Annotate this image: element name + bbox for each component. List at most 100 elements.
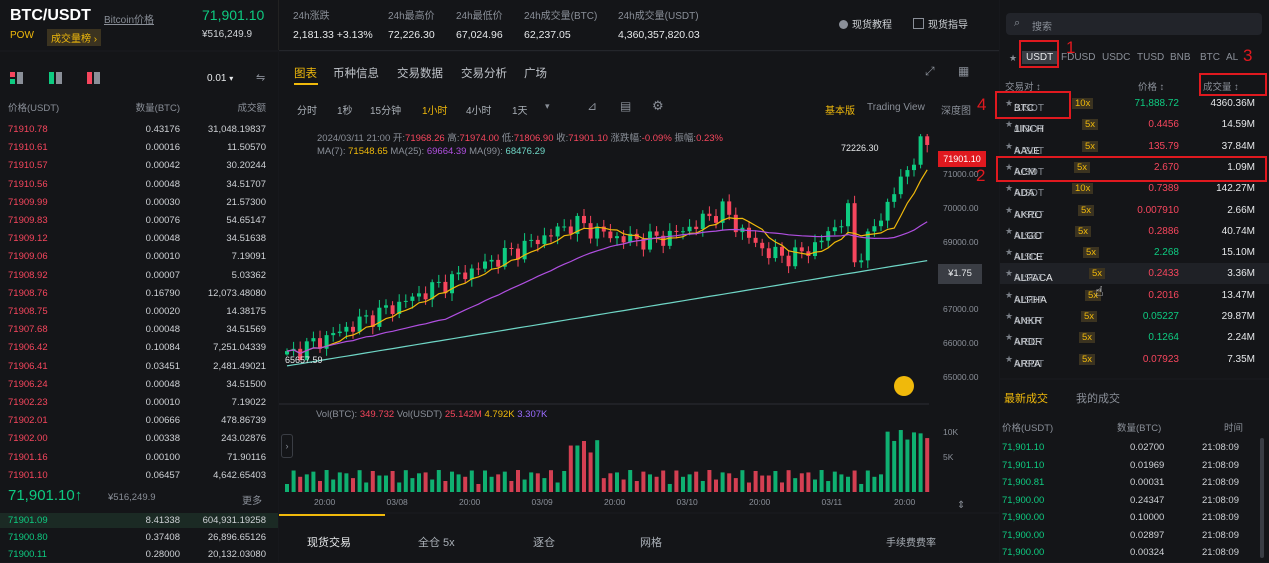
bid-row[interactable]: 71900.80 0.37408 26,896.65126	[0, 529, 278, 546]
favorites-star-icon[interactable]: ★	[1009, 53, 1017, 64]
star-icon[interactable]: ★	[1005, 205, 1013, 216]
quote-tab-alts[interactable]: AL	[1226, 52, 1238, 63]
volume-bar	[760, 475, 765, 492]
leverage-badge: 5x	[1078, 204, 1095, 216]
precision-value: 0.01	[207, 73, 227, 84]
tab-latest-trades[interactable]: 最新成交	[1004, 390, 1048, 406]
book-asks-icon[interactable]	[87, 72, 101, 84]
ask-row[interactable]: 71910.56 0.00048 34.51707	[0, 176, 278, 193]
star-icon[interactable]: ★	[1005, 332, 1013, 343]
volume-axis-tick: 5K	[943, 452, 954, 462]
ask-row[interactable]: 71908.75 0.00020 14.38175	[0, 303, 278, 320]
settings-icon[interactable]: ⇋	[256, 71, 265, 84]
scrollbar[interactable]	[1260, 438, 1264, 558]
candle-body	[582, 215, 586, 224]
star-icon[interactable]: ★	[1005, 268, 1013, 279]
star-icon[interactable]: ★	[1005, 354, 1013, 365]
pair-price: 0.2433	[1148, 268, 1179, 280]
tab-spot-trade[interactable]: 现货交易	[307, 534, 351, 550]
ask-row[interactable]: 71910.61 0.00016 11.50570	[0, 139, 278, 156]
bid-total: 26,896.65126	[207, 532, 266, 543]
ask-row[interactable]: 71909.12 0.00048 34.51638	[0, 230, 278, 247]
ask-total: 31,048.19837	[207, 124, 266, 135]
ask-row[interactable]: 71910.57 0.00042 30.20244	[0, 157, 278, 174]
ask-price: 71908.76	[8, 287, 48, 299]
ask-row[interactable]: 71907.68 0.00048 34.51569	[0, 321, 278, 338]
resize-icon[interactable]: ⇕	[957, 500, 965, 511]
bitcoin-price-link[interactable]: Bitcoin价格	[104, 11, 154, 26]
annotation-number-4: 4	[977, 95, 987, 114]
ask-row[interactable]: 71909.83 0.00076 54.65147	[0, 212, 278, 229]
ask-row[interactable]: 71908.92 0.00007 5.03362	[0, 267, 278, 284]
ask-row[interactable]: 71909.99 0.00030 21.57300	[0, 194, 278, 211]
volume-bar	[714, 479, 718, 492]
star-icon[interactable]: ★	[1005, 183, 1013, 194]
play-icon	[839, 20, 848, 29]
volume-rank-badge[interactable]: 成交量榜 ›	[47, 29, 102, 46]
ask-price: 71902.23	[8, 397, 48, 408]
tab-my-trades[interactable]: 我的成交	[1076, 390, 1120, 406]
leverage-badge: 5x	[1082, 119, 1099, 131]
ask-row[interactable]: 71908.76 0.16790 12,073.48080	[0, 285, 278, 302]
spot-tutorial-link[interactable]: 现货教程	[839, 16, 892, 31]
bid-row[interactable]: 71900.11 0.28000 20,132.03080	[0, 546, 278, 563]
precision-select[interactable]: 0.01 ▾	[207, 73, 233, 84]
spot-guide-link[interactable]: 现货指导	[913, 16, 968, 31]
volume-bar	[344, 473, 349, 492]
ask-qty: 0.00100	[145, 451, 180, 463]
quote-tab-btc[interactable]: BTC	[1200, 52, 1220, 63]
bid-row[interactable]: 71901.09 8.41338 604,931.19258	[0, 512, 278, 529]
star-icon[interactable]: ★	[1005, 141, 1013, 152]
pair-volume: 142.27M	[1216, 183, 1255, 195]
quote-tab-bnb[interactable]: BNB	[1170, 52, 1191, 63]
ask-row[interactable]: 71910.78 0.43176 31,048.19837	[0, 121, 278, 138]
market-row[interactable]: ★ ALPACA/USDT 5x 0.2433 3.36M	[1000, 263, 1269, 285]
candle-body	[489, 259, 494, 262]
market-row[interactable]: ★ ANKR/USDT 5x 0.05227 29.87M	[1000, 306, 1269, 327]
book-bids-icon[interactable]	[49, 72, 63, 84]
ask-row[interactable]: 71902.23 0.00010 7.19022	[0, 394, 278, 411]
ask-row[interactable]: 71906.41 0.03451 2,481.49021	[0, 358, 278, 375]
ask-row[interactable]: 71906.24 0.00048 34.51500	[0, 376, 278, 393]
tab-grid[interactable]: 网格	[640, 534, 662, 550]
candle-body	[872, 226, 877, 232]
candlestick-chart[interactable]	[279, 52, 999, 512]
pair-price: 2.268	[1153, 247, 1179, 259]
candle-body	[839, 226, 844, 228]
ask-row[interactable]: 71909.06 0.00010 7.19091	[0, 248, 278, 265]
ask-row[interactable]: 71901.16 0.00100 71.90116	[0, 449, 278, 466]
fee-rate-link[interactable]: 手续费费率	[886, 534, 936, 549]
ask-row[interactable]: 71902.00 0.00338 243.02876	[0, 430, 278, 447]
market-row[interactable]: ★ ALICE/USDT 5x 2.268 15.10M	[1000, 242, 1269, 263]
ask-row[interactable]: 71906.42 0.10084 7,251.04339	[0, 339, 278, 356]
ask-qty: 0.00048	[145, 178, 180, 190]
search-input[interactable]: ⌕ 搜索	[1006, 13, 1262, 35]
more-link[interactable]: 更多	[242, 492, 262, 507]
star-icon[interactable]: ★	[1005, 311, 1013, 322]
star-icon[interactable]: ★	[1005, 247, 1013, 258]
volume-bar	[819, 470, 824, 492]
ask-row[interactable]: 71901.10 0.06457 4,642.65403	[0, 467, 278, 484]
candle-body	[700, 213, 705, 230]
chart-logo-icon[interactable]	[894, 376, 914, 396]
ask-row[interactable]: 71902.01 0.00666 478.86739	[0, 412, 278, 429]
market-row[interactable]: ★ ALPHA/USDT 5x 0.2016 13.47M	[1000, 285, 1269, 306]
panel-collapse-icon[interactable]: ›	[281, 434, 293, 458]
star-icon[interactable]: ★	[1005, 119, 1013, 130]
x-axis-tick: 03/09	[531, 497, 553, 507]
market-row[interactable]: ★ ARPA/USDT 5x 0.07923 7.35M	[1000, 349, 1269, 370]
col-header-price[interactable]: 价格 ↕	[1138, 79, 1164, 93]
market-row[interactable]: ★ AAVE/USDT 5x 135.79 37.84M	[1000, 136, 1269, 157]
market-row[interactable]: ★ AKRO/USDT 5x 0.007910 2.66M	[1000, 200, 1269, 221]
quote-tab-usdc[interactable]: USDC	[1102, 52, 1130, 63]
tab-cross-margin[interactable]: 全仓 5x	[418, 534, 455, 550]
book-both-icon[interactable]	[10, 72, 24, 84]
star-icon[interactable]: ★	[1005, 226, 1013, 237]
market-row[interactable]: ★ ARDR/USDT 5x 0.1264 2.24M	[1000, 327, 1269, 348]
market-row[interactable]: ★ ALGO/USDT 5x 0.2886 40.74M	[1000, 221, 1269, 242]
ask-price: 71909.83	[8, 215, 48, 226]
tab-isolated-margin[interactable]: 逐仓	[533, 534, 555, 550]
star-icon[interactable]: ★	[1005, 290, 1013, 301]
volume-bar	[463, 476, 468, 492]
quote-tab-tusd[interactable]: TUSD	[1137, 52, 1164, 63]
